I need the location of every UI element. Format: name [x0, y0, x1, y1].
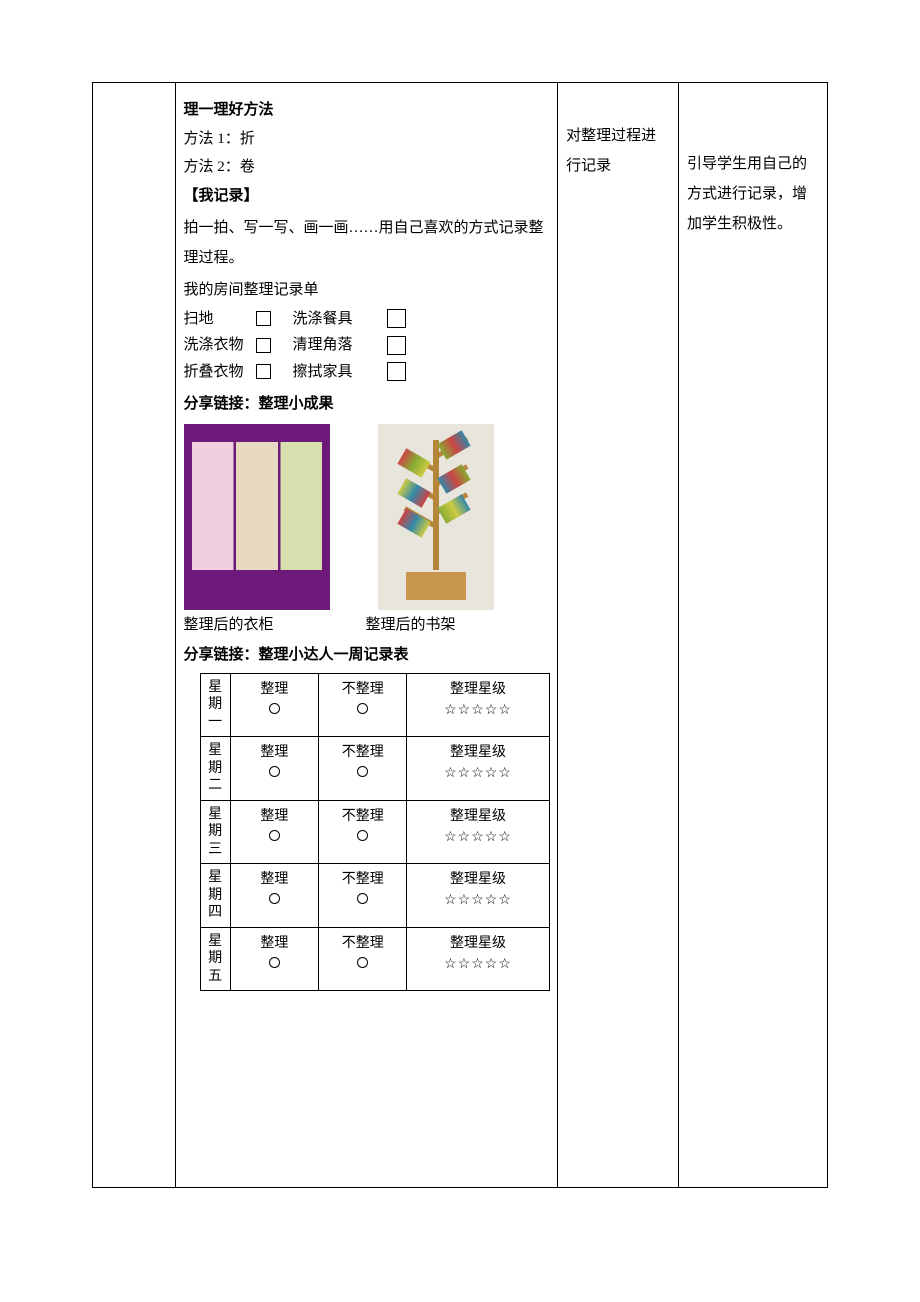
record-heading: 【我记录】 [184, 185, 550, 208]
checklist-label: 擦拭家具 [293, 361, 365, 384]
week-row: 星期二整理不整理整理星级☆☆☆☆☆ [200, 737, 549, 801]
wardrobe-image [184, 424, 330, 610]
week-record-table: 星期一整理不整理整理星级☆☆☆☆☆星期二整理不整理整理星级☆☆☆☆☆星期三整理不… [200, 673, 550, 992]
radio-icon[interactable] [357, 766, 368, 777]
radio-icon[interactable] [269, 957, 280, 968]
radio-icon[interactable] [357, 703, 368, 714]
week-row: 星期四整理不整理整理星级☆☆☆☆☆ [200, 864, 549, 928]
week-star-cell: 整理星级☆☆☆☆☆ [407, 800, 549, 864]
cell-col4: 引导学生用自己的方式进行记录，增加学生积极性。 [678, 83, 827, 1188]
week-organize-cell: 整理 [230, 673, 318, 737]
record-instruction: 拍一拍、写一写、画一画……用自己喜欢的方式记录整理过程。 [184, 213, 550, 273]
radio-icon[interactable] [357, 893, 368, 904]
radio-icon[interactable] [357, 957, 368, 968]
cell-col2: 理一理好方法 方法 1：折 方法 2：卷 【我记录】 拍一拍、写一写、画一画……… [175, 83, 558, 1188]
week-day-cell: 星期四 [200, 864, 230, 928]
method-2: 方法 2：卷 [184, 156, 550, 179]
week-day-cell: 星期三 [200, 800, 230, 864]
bookshelf-image [378, 424, 494, 610]
lesson-plan-table: 理一理好方法 方法 1：折 方法 2：卷 【我记录】 拍一拍、写一写、画一画……… [92, 82, 828, 1188]
week-organize-cell: 整理 [230, 800, 318, 864]
col4-note: 引导学生用自己的方式进行记录，增加学生积极性。 [687, 149, 819, 239]
checklist-label: 扫地 [184, 308, 256, 331]
checklist-label: 清理角落 [293, 334, 365, 357]
week-row: 星期一整理不整理整理星级☆☆☆☆☆ [200, 673, 549, 737]
radio-icon[interactable] [269, 830, 280, 841]
method-1: 方法 1：折 [184, 128, 550, 151]
checkbox-icon[interactable] [387, 362, 406, 381]
week-not-organize-cell: 不整理 [319, 800, 407, 864]
week-not-organize-cell: 不整理 [319, 927, 407, 991]
week-day-cell: 星期五 [200, 927, 230, 991]
radio-icon[interactable] [357, 830, 368, 841]
radio-icon[interactable] [269, 766, 280, 777]
week-not-organize-cell: 不整理 [319, 864, 407, 928]
wardrobe-caption: 整理后的衣柜 [184, 614, 366, 637]
week-day-cell: 星期二 [200, 737, 230, 801]
week-not-organize-cell: 不整理 [319, 737, 407, 801]
week-star-cell: 整理星级☆☆☆☆☆ [407, 927, 549, 991]
week-star-cell: 整理星级☆☆☆☆☆ [407, 737, 549, 801]
checklist-label: 洗涤餐具 [293, 308, 365, 331]
checklist-row-1: 扫地 洗涤餐具 [184, 308, 550, 331]
checklist-label: 折叠衣物 [184, 361, 256, 384]
checklist-title: 我的房间整理记录单 [184, 279, 550, 302]
week-organize-cell: 整理 [230, 927, 318, 991]
week-row: 星期三整理不整理整理星级☆☆☆☆☆ [200, 800, 549, 864]
week-day-cell: 星期一 [200, 673, 230, 737]
week-organize-cell: 整理 [230, 737, 318, 801]
week-star-cell: 整理星级☆☆☆☆☆ [407, 864, 549, 928]
share-results-heading: 分享链接：整理小成果 [184, 393, 550, 416]
cell-col3: 对整理过程进行记录 [558, 83, 679, 1188]
checklist-row-2: 洗涤衣物 清理角落 [184, 334, 550, 357]
col3-note: 对整理过程进行记录 [566, 121, 670, 181]
bookshelf-caption: 整理后的书架 [366, 614, 456, 637]
week-not-organize-cell: 不整理 [319, 673, 407, 737]
checkbox-icon[interactable] [256, 311, 271, 326]
radio-icon[interactable] [269, 893, 280, 904]
week-row: 星期五整理不整理整理星级☆☆☆☆☆ [200, 927, 549, 991]
cell-col1 [93, 83, 176, 1188]
checklist-label: 洗涤衣物 [184, 334, 256, 357]
checkbox-icon[interactable] [387, 336, 406, 355]
checkbox-icon[interactable] [387, 309, 406, 328]
week-star-cell: 整理星级☆☆☆☆☆ [407, 673, 549, 737]
checkbox-icon[interactable] [256, 364, 271, 379]
checklist-row-3: 折叠衣物 擦拭家具 [184, 361, 550, 384]
radio-icon[interactable] [269, 703, 280, 714]
share-week-heading: 分享链接：整理小达人一周记录表 [184, 644, 550, 667]
methods-heading: 理一理好方法 [184, 99, 550, 122]
week-organize-cell: 整理 [230, 864, 318, 928]
checkbox-icon[interactable] [256, 338, 271, 353]
